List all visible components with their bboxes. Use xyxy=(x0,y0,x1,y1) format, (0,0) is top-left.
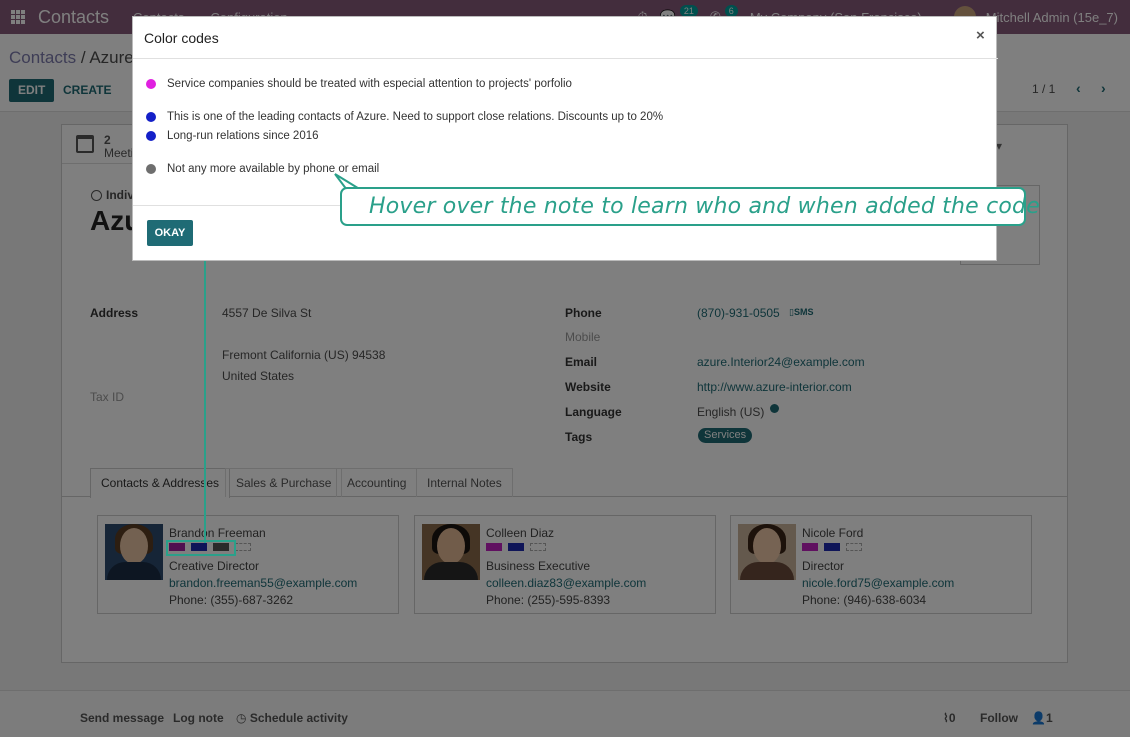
color-code-note[interactable]: This is one of the leading contacts of A… xyxy=(167,111,663,123)
color-code-row[interactable]: This is one of the leading contacts of A… xyxy=(146,111,663,123)
color-code-note[interactable]: Service companies should be treated with… xyxy=(167,78,572,90)
color-code-note[interactable]: Long-run relations since 2016 xyxy=(167,130,319,142)
blue-dot-icon xyxy=(146,112,156,122)
callout-text: Hover over the note to learn who and whe… xyxy=(369,194,1040,219)
dialog-title: Color codes xyxy=(144,30,219,46)
blue-dot-icon xyxy=(146,131,156,141)
highlighted-color-swatches xyxy=(166,540,236,556)
magenta-dot-icon xyxy=(146,79,156,89)
divider xyxy=(133,58,998,59)
okay-button[interactable]: OKAY xyxy=(147,220,193,246)
color-code-row[interactable]: Long-run relations since 2016 xyxy=(146,130,319,142)
close-icon[interactable]: × xyxy=(976,27,985,44)
color-code-row[interactable]: Service companies should be treated with… xyxy=(146,78,572,90)
tooltip-callout: Hover over the note to learn who and whe… xyxy=(340,187,1040,226)
grey-dot-icon xyxy=(146,164,156,174)
callout-connector xyxy=(204,261,206,543)
